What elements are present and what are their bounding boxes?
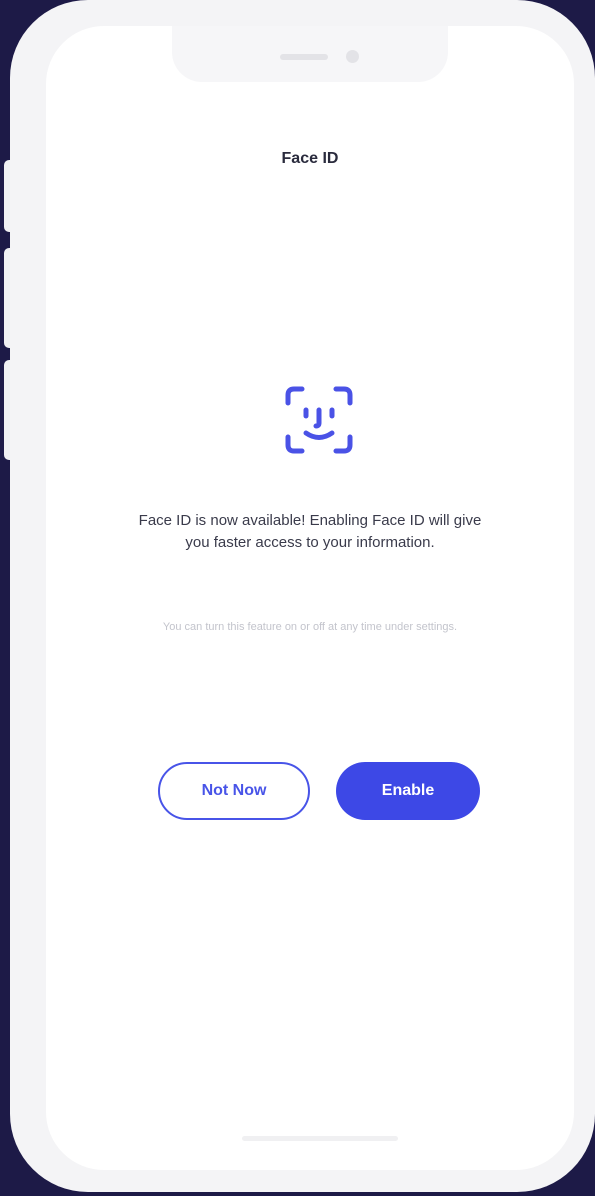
page-title: Face ID (281, 150, 339, 167)
front-camera (346, 50, 359, 63)
speaker-grille (280, 54, 328, 60)
enable-button[interactable]: Enable (336, 762, 480, 820)
face-id-icon (285, 386, 353, 454)
notch (172, 26, 448, 82)
phone-screen: Face ID Face ID is now available! Enabli… (46, 26, 574, 1170)
face-id-message: Face ID is now available! Enabling Face … (138, 512, 482, 551)
home-indicator[interactable] (242, 1136, 398, 1141)
phone-frame: Face ID Face ID is now available! Enabli… (10, 0, 595, 1192)
not-now-button[interactable]: Not Now (158, 762, 310, 820)
settings-hint: You can turn this feature on or off at a… (162, 621, 458, 633)
canvas: Face ID Face ID is now available! Enabli… (0, 0, 595, 1196)
